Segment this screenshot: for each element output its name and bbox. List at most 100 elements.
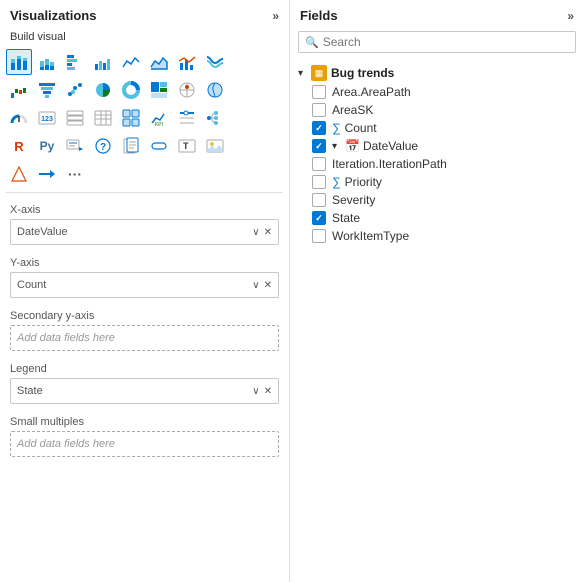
vis-icon-row-1: [6, 77, 283, 103]
list-item[interactable]: AreaSK: [290, 101, 584, 119]
list-item[interactable]: Iteration.IterationPath: [290, 155, 584, 173]
secondary-y-axis-label: Secondary y-axis: [10, 310, 279, 322]
list-item[interactable]: Area.AreaPath: [290, 83, 584, 101]
severity-checkbox[interactable]: [312, 193, 326, 207]
list-item[interactable]: ∑ Priority: [290, 173, 584, 191]
sigma-icon: ∑: [332, 121, 341, 135]
paginated-icon[interactable]: [118, 133, 144, 159]
areask-checkbox[interactable]: [312, 103, 326, 117]
area-areapath-checkbox[interactable]: [312, 85, 326, 99]
iteration-checkbox[interactable]: [312, 157, 326, 171]
fields-expand-icon[interactable]: »: [567, 9, 574, 23]
kpi-icon[interactable]: KPI: [146, 105, 172, 131]
shape-icon[interactable]: [6, 161, 32, 187]
button-icon[interactable]: [146, 133, 172, 159]
treemap-icon[interactable]: [146, 77, 172, 103]
clustered-bar-icon[interactable]: [62, 49, 88, 75]
more-icon[interactable]: ···: [62, 161, 88, 187]
priority-label: Priority: [345, 175, 382, 189]
count-label: Count: [345, 121, 377, 135]
ribbon-chart-icon[interactable]: [202, 49, 228, 75]
smart-narrative-icon[interactable]: [62, 133, 88, 159]
decomp-tree-icon[interactable]: [202, 105, 228, 131]
svg-text:T: T: [183, 141, 189, 151]
y-axis-chevron-icon[interactable]: ∨: [252, 280, 259, 291]
calendar-icon: 📅: [345, 139, 360, 153]
visualizations-expand-icon[interactable]: »: [272, 9, 279, 23]
small-multiples-zone: Small multiples Add data fields here: [0, 412, 289, 465]
stacked-bar-icon[interactable]: [6, 49, 32, 75]
r-visual-icon[interactable]: R: [6, 133, 32, 159]
bug-trends-header[interactable]: ▾ ▦ Bug trends: [290, 63, 584, 83]
group-chevron-icon: ▾: [298, 68, 308, 79]
visualizations-header: Visualizations »: [0, 0, 289, 27]
map-icon[interactable]: [174, 77, 200, 103]
search-input[interactable]: [323, 35, 569, 49]
qa-icon[interactable]: ?: [90, 133, 116, 159]
vis-icon-grid: 123: [0, 47, 289, 189]
priority-checkbox[interactable]: [312, 175, 326, 189]
x-axis-remove-icon[interactable]: ✕: [264, 227, 272, 238]
list-item[interactable]: State: [290, 209, 584, 227]
legend-chevron-icon[interactable]: ∨: [252, 386, 259, 397]
datevalue-chevron-icon: ▾: [332, 141, 342, 152]
x-axis-input[interactable]: DateValue ∨ ✕: [10, 219, 279, 245]
arrow-icon[interactable]: [34, 161, 60, 187]
visualizations-panel: Visualizations » Build visual: [0, 0, 290, 582]
x-axis-chevron-icon[interactable]: ∨: [252, 227, 259, 238]
vis-icon-row-2: 123: [6, 105, 283, 131]
image-icon[interactable]: [202, 133, 228, 159]
search-box[interactable]: 🔍: [298, 31, 576, 53]
legend-label: Legend: [10, 363, 279, 375]
y-axis-remove-icon[interactable]: ✕: [264, 280, 272, 291]
y-axis-zone: Y-axis Count ∨ ✕: [0, 253, 289, 306]
card-icon[interactable]: 123: [34, 105, 60, 131]
workitemtype-checkbox[interactable]: [312, 229, 326, 243]
funnel-icon[interactable]: [34, 77, 60, 103]
table-icon[interactable]: [90, 105, 116, 131]
slicer-icon[interactable]: [174, 105, 200, 131]
small-multiples-input[interactable]: Add data fields here: [10, 431, 279, 457]
scatter-chart-icon[interactable]: [62, 77, 88, 103]
vis-icon-row-4: ···: [6, 161, 283, 187]
secondary-y-axis-placeholder: Add data fields here: [17, 332, 272, 344]
gauge-icon[interactable]: [6, 105, 32, 131]
y-axis-label: Y-axis: [10, 257, 279, 269]
list-item[interactable]: Severity: [290, 191, 584, 209]
fields-tree: ▾ ▦ Bug trends Area.AreaPath AreaSK ∑ Co…: [290, 59, 584, 582]
clustered-column-icon[interactable]: [90, 49, 116, 75]
count-checkbox[interactable]: [312, 121, 326, 135]
state-checkbox[interactable]: [312, 211, 326, 225]
donut-icon[interactable]: [118, 77, 144, 103]
legend-input[interactable]: State ∨ ✕: [10, 378, 279, 404]
fields-header: Fields »: [290, 0, 584, 27]
secondary-y-axis-input[interactable]: Add data fields here: [10, 325, 279, 351]
matrix-icon[interactable]: [118, 105, 144, 131]
stacked-column-icon[interactable]: [34, 49, 60, 75]
legend-remove-icon[interactable]: ✕: [264, 386, 272, 397]
group-label: Bug trends: [331, 66, 394, 80]
legend-controls: ∨ ✕: [252, 386, 272, 397]
multi-row-card-icon[interactable]: [62, 105, 88, 131]
svg-text:?: ?: [100, 142, 106, 153]
text-box-icon[interactable]: T: [174, 133, 200, 159]
legend-value: State: [17, 385, 252, 397]
filled-map-icon[interactable]: [202, 77, 228, 103]
svg-text:123: 123: [41, 116, 53, 123]
line-chart-icon[interactable]: [118, 49, 144, 75]
waterfall-icon[interactable]: [6, 77, 32, 103]
area-chart-icon[interactable]: [146, 49, 172, 75]
list-item[interactable]: ▾ 📅 DateValue: [290, 137, 584, 155]
separator: [6, 192, 283, 193]
datevalue-label: DateValue: [363, 139, 418, 153]
datevalue-checkbox[interactable]: [312, 139, 326, 153]
group-table-icon: ▦: [311, 65, 327, 81]
secondary-y-axis-zone: Secondary y-axis Add data fields here: [0, 306, 289, 359]
list-item[interactable]: WorkItemType: [290, 227, 584, 245]
y-axis-input[interactable]: Count ∨ ✕: [10, 272, 279, 298]
pie-chart-icon[interactable]: [90, 77, 116, 103]
iteration-label: Iteration.IterationPath: [332, 157, 447, 171]
python-visual-icon[interactable]: Py: [34, 133, 60, 159]
list-item[interactable]: ∑ Count: [290, 119, 584, 137]
line-stacked-icon[interactable]: [174, 49, 200, 75]
